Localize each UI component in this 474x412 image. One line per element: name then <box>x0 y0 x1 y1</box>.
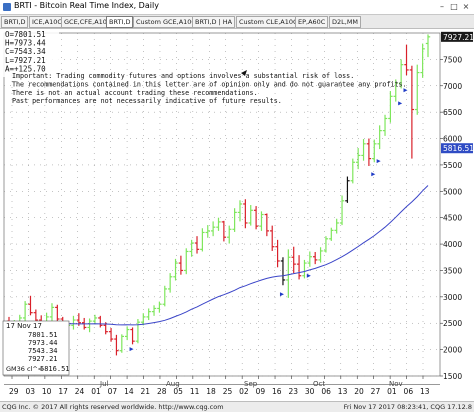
y-tick-label: 7500 <box>443 55 462 64</box>
x-tick-label: 10 <box>42 387 52 396</box>
disclaimer-line: Important: Trading commodity futures and… <box>12 72 354 80</box>
info-value: 7927.21 <box>28 355 58 363</box>
close-button[interactable]: × <box>460 1 472 12</box>
tab-custom-cle-a10c[interactable]: Custom CLE,A10C <box>236 16 301 28</box>
x-tick-label: 11 <box>190 387 200 396</box>
x-tick-label: 13 <box>338 387 348 396</box>
tab-ice-a10c[interactable]: ICE,A10C <box>29 16 65 28</box>
info-ma-value: 5816.51 <box>40 365 70 373</box>
disclaimer-line: Past performances are not necessarily in… <box>12 97 282 105</box>
x-tick-label: 02 <box>239 387 249 396</box>
y-tick-label: 6500 <box>443 108 462 117</box>
info-box: 17 Nov 177801.517973.447543.347927.21 GM3… <box>2 320 70 376</box>
y-tick-label: 7000 <box>443 82 462 91</box>
window-title: BRTI - Bitcoin Real Time Index, Daily <box>14 1 159 10</box>
x-tick-label: 07 <box>108 387 118 396</box>
tab-bar: BRTI,D ICE,A10C GCE,CFE,A10C BRTI,D Cust… <box>0 15 474 29</box>
tab-ep-a60c[interactable]: EP,A60C <box>295 16 329 28</box>
x-tick-label: 25 <box>223 387 233 396</box>
x-tick-label: 09 <box>256 387 266 396</box>
y-tick-label: 2000 <box>443 346 462 355</box>
disclaimer-line: The recommendations contained in this le… <box>12 80 407 88</box>
info-value: 7801.51 <box>28 331 58 339</box>
maximize-button[interactable]: □ <box>448 1 460 12</box>
x-tick-label: 06 <box>404 387 414 396</box>
x-tick-label: 14 <box>124 387 134 396</box>
info-value: 7543.34 <box>28 347 58 355</box>
info-ma-label: GM36 cl^= <box>6 365 43 373</box>
info-date: 17 Nov 17 <box>6 322 42 330</box>
month-label: Aug <box>166 380 180 388</box>
disclaimer-line: There is not an actual account trading t… <box>12 89 258 97</box>
y-tick-label: 1500 <box>443 372 462 381</box>
title-bar: BRTI - Bitcoin Real Time Index, Daily – … <box>0 0 474 15</box>
ma-price-tag-label: 5816.51 <box>443 144 474 153</box>
x-tick-label: 17 <box>58 387 68 396</box>
info-value: 7973.44 <box>28 339 58 347</box>
month-label: Sep <box>244 380 258 388</box>
x-tick-label: 21 <box>141 387 151 396</box>
price-chart[interactable]: O=7801.51H=7973.44C=7543.34L=7927.21A=+1… <box>0 29 474 401</box>
month-label: Oct <box>313 380 325 388</box>
minimize-button[interactable]: – <box>436 1 448 12</box>
x-tick-label: 05 <box>173 387 183 396</box>
tab-brti-d-ha[interactable]: BRTI,D | HA <box>192 16 236 28</box>
x-tick-label: 28 <box>157 387 167 396</box>
x-tick-label: 01 <box>91 387 101 396</box>
month-label: Jul <box>99 380 109 388</box>
y-tick-label: 4000 <box>443 240 462 249</box>
y-tick-label: 5500 <box>443 161 462 170</box>
chart-window: BRTI - Bitcoin Real Time Index, Daily – … <box>0 0 474 412</box>
x-tick-label: 20 <box>354 387 364 396</box>
x-tick-label: 23 <box>288 387 298 396</box>
y-tick-label: 3500 <box>443 266 462 275</box>
y-tick-label: 4500 <box>443 214 462 223</box>
last-price-tag-label: 7927.21 <box>443 33 474 42</box>
tab-brti-d-1[interactable]: BRTI,D <box>1 16 29 28</box>
y-tick-label: 3000 <box>443 293 462 302</box>
x-tick-label: 13 <box>420 387 430 396</box>
x-tick-label: 24 <box>75 387 85 396</box>
x-tick-label: 01 <box>387 387 397 396</box>
tab-brti-d-active[interactable]: BRTI,D <box>106 16 134 28</box>
month-label: Nov <box>389 380 403 388</box>
x-tick-label: 18 <box>206 387 216 396</box>
x-tick-label: 29 <box>9 387 19 396</box>
y-tick-label: 2500 <box>443 319 462 328</box>
x-tick-label: 16 <box>272 387 282 396</box>
ohlc-readout: O=7801.51H=7973.44C=7543.34L=7927.21A=+1… <box>3 30 59 77</box>
y-tick-label: 6000 <box>443 135 462 144</box>
y-tick-label: 5000 <box>443 187 462 196</box>
x-tick-label: 30 <box>305 387 315 396</box>
app-icon <box>3 3 11 11</box>
tab-custom-gce-a10c[interactable]: Custom GCE,A10C <box>133 16 199 28</box>
status-bar: CQG Inc. © 2017 All rights reserved worl… <box>0 401 474 412</box>
x-tick-label: 03 <box>25 387 35 396</box>
tab-d2l-mm[interactable]: D2L,MM <box>329 16 362 28</box>
x-axis-divider <box>4 384 440 385</box>
x-tick-label: 06 <box>321 387 331 396</box>
x-tick-label: 27 <box>371 387 381 396</box>
